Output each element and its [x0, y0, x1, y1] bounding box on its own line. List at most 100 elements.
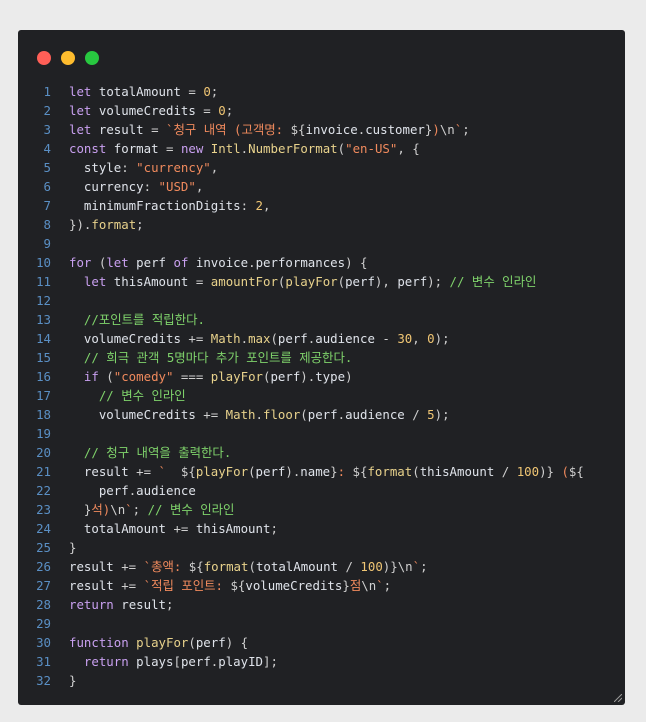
- code-token: format: [367, 464, 413, 479]
- code-token: const: [69, 141, 107, 156]
- code-line: 12: [18, 291, 625, 310]
- code-text: volumeCredits += Math.max(perf.audience …: [69, 329, 450, 348]
- code-token: =: [143, 122, 167, 137]
- code-token: perf: [270, 369, 301, 384]
- line-number: 25: [36, 540, 51, 555]
- code-token: NumberFormat: [248, 141, 338, 156]
- code-token: :: [240, 198, 256, 213]
- code-token: ;: [270, 521, 278, 536]
- code-line: 19: [18, 424, 625, 443]
- code-token: playFor: [195, 464, 249, 479]
- code-token: max: [248, 331, 271, 346]
- code-token: ;: [166, 597, 174, 612]
- minimize-button[interactable]: [61, 51, 75, 65]
- line-number: 24: [36, 521, 51, 536]
- code-token: ;: [136, 217, 144, 232]
- code-token: volumeCredits: [98, 407, 196, 422]
- code-token: let: [69, 84, 92, 99]
- code-token: 점: [349, 578, 362, 593]
- code-token: ,: [412, 331, 428, 346]
- code-line: 25}: [18, 538, 625, 557]
- line-number: 10: [36, 255, 51, 270]
- maximize-button[interactable]: [85, 51, 99, 65]
- code-token: type: [315, 369, 346, 384]
- code-token: audience: [315, 331, 375, 346]
- code-token: // 변수 인라인: [147, 502, 235, 517]
- resize-handle-icon[interactable]: [614, 694, 622, 702]
- code-token: ) {: [225, 635, 249, 650]
- code-line: 24 totalAmount += thisAmount;: [18, 519, 625, 538]
- code-token: }: [69, 502, 92, 517]
- code-token: Math: [225, 407, 256, 422]
- code-token: currency: [83, 179, 144, 194]
- code-token: let: [106, 255, 129, 270]
- code-text: }: [69, 538, 76, 557]
- code-token: +=: [195, 407, 226, 422]
- line-number: 1: [43, 84, 51, 99]
- close-button[interactable]: [37, 51, 51, 65]
- code-line: 30 function playFor(perf) {: [18, 633, 625, 652]
- code-line: 14 volumeCredits += Math.max(perf.audien…: [18, 329, 625, 348]
- code-text: result += `적립 포인트: ${volumeCredits}점\n`;: [69, 576, 391, 595]
- code-token: 100: [516, 464, 540, 479]
- code-token: perf: [307, 407, 338, 422]
- line-number: 30: [36, 635, 51, 650]
- code-token: \n: [361, 578, 377, 593]
- code-token: playFor: [210, 369, 263, 384]
- line-number: 27: [36, 578, 51, 593]
- code-token: // 청구 내역을 출력한다.: [83, 445, 232, 460]
- code-line: 20 // 청구 내역을 출력한다.: [18, 443, 625, 462]
- code-token: invoice: [195, 255, 249, 270]
- code-line: 9: [18, 234, 625, 253]
- code-token: +=: [180, 331, 211, 346]
- code-text: if ("comedy" === playFor(perf).type): [69, 367, 353, 386]
- code-token: let: [69, 122, 92, 137]
- code-token: function: [69, 635, 129, 650]
- code-token: ,: [195, 179, 204, 194]
- code-line: 3 let result = `청구 내역 (고객명: ${invoice.cus…: [18, 120, 625, 139]
- code-line: 32}: [18, 671, 625, 690]
- code-token: (: [98, 369, 114, 384]
- code-token: =: [158, 141, 181, 156]
- code-token: , {: [397, 141, 420, 156]
- line-number: 21: [36, 464, 51, 479]
- code-token: perf: [277, 331, 308, 346]
- code-token: `: [412, 559, 421, 574]
- line-number: 8: [43, 217, 51, 232]
- code-line: 22 perf.audience: [18, 481, 625, 500]
- code-text: }석)\n`; // 변수 인라인: [69, 500, 235, 519]
- code-token: result: [121, 597, 166, 612]
- code-token: `총액:: [143, 559, 189, 574]
- code-line: 4 const format = new Intl.NumberFormat("e…: [18, 139, 625, 158]
- code-token: .: [240, 331, 249, 346]
- code-line: 28 return result;: [18, 595, 625, 614]
- line-number: 29: [36, 616, 51, 631]
- code-token: audience: [345, 407, 405, 422]
- code-line: 18 volumeCredits += Math.floor(perf.audi…: [18, 405, 625, 424]
- code-token: "currency": [136, 160, 211, 175]
- code-text: // 희극 관객 5명마다 추가 포인트를 제공한다.: [69, 348, 352, 367]
- code-token: result: [83, 464, 129, 479]
- line-number: 12: [36, 293, 51, 308]
- code-token: (: [412, 464, 420, 479]
- code-token: // 변수 인라인: [98, 388, 186, 403]
- code-line: 17 // 변수 인라인: [18, 386, 625, 405]
- code-token: );: [434, 407, 450, 422]
- code-token: ;: [462, 122, 470, 137]
- code-token: }: [330, 464, 338, 479]
- code-token: playFor: [136, 635, 189, 650]
- code-token: ,: [262, 198, 271, 213]
- code-text: style: "currency",: [69, 158, 218, 177]
- code-token: }: [69, 540, 77, 555]
- code-line: 10 for (let perf of invoice.performances)…: [18, 253, 625, 272]
- line-number: 16: [36, 369, 51, 384]
- code-token: invoice: [305, 122, 358, 137]
